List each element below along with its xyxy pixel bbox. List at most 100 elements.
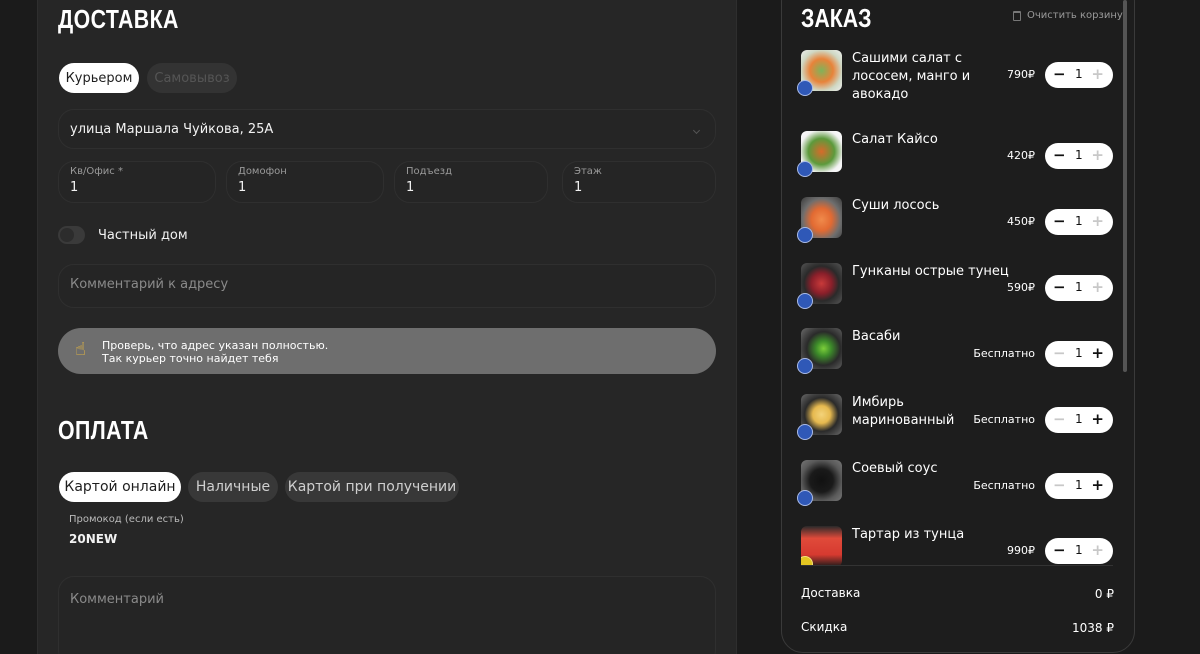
delivery-cost-label: Доставка [801,586,861,600]
address-comment-field[interactable]: Комментарий к адресу [58,264,716,308]
payment-title: ОПЛАТА [58,415,149,445]
payment-cash[interactable]: Наличные [188,472,278,502]
promo-field[interactable]: Промокод (если есть) 20NEW [58,510,388,554]
item-qty: 1 [1075,346,1083,360]
plus-icon[interactable]: + [1091,212,1104,230]
quantity-stepper[interactable]: − 1 + [1045,538,1113,564]
quantity-stepper[interactable]: − 1 + [1045,209,1113,235]
quantity-stepper[interactable]: − 1 + [1045,62,1113,88]
item-badge [797,293,813,309]
entrance-field[interactable]: Подъезд 1 [394,161,548,203]
quantity-stepper[interactable]: − 1 + [1045,407,1113,433]
plus-icon[interactable]: + [1091,344,1104,362]
private-house-toggle[interactable] [58,226,85,244]
item-qty: 1 [1075,214,1083,228]
plus-icon[interactable]: + [1091,410,1104,428]
item-badge [797,80,813,96]
cart-item: Васаби Бесплатно − 1 + [797,328,1113,388]
address-value: улица Маршала Чуйкова, 25А [70,122,274,137]
quantity-stepper[interactable]: − 1 + [1045,143,1113,169]
quantity-stepper[interactable]: − 1 + [1045,473,1113,499]
order-title: ЗАКАЗ [801,3,872,33]
item-badge [797,358,813,374]
intercom-label: Домофон [238,166,287,177]
item-name: Суши лосось [852,198,940,213]
delivery-cost-value: 0 ₽ [1094,587,1114,601]
hand-pointing-icon: ☝ [75,339,86,360]
item-price: 590₽ [1007,281,1035,294]
cart-item: Суши лосось 450₽ − 1 + [797,197,1113,257]
item-qty: 1 [1075,148,1083,162]
minus-icon[interactable]: − [1053,212,1066,230]
order-comment-field[interactable]: Комментарий [58,576,716,654]
item-price: Бесплатно [973,413,1035,426]
plus-icon[interactable]: + [1091,146,1104,164]
cart-item: Салат Кайсо 420₽ − 1 + [797,131,1113,191]
item-name: Имбирь маринованный [852,395,955,428]
item-badge [797,227,813,243]
minus-icon[interactable]: − [1053,344,1066,362]
order-separator [801,565,1113,566]
plus-icon[interactable]: + [1091,476,1104,494]
item-qty: 1 [1075,478,1083,492]
item-qty: 1 [1075,67,1083,81]
item-price: 990₽ [1007,544,1035,557]
minus-icon[interactable]: − [1053,65,1066,83]
apartment-value: 1 [70,180,79,195]
apartment-field[interactable]: Кв/Офис * 1 [58,161,216,203]
cart-item: Гунканы острые тунец 590₽ − 1 + [797,263,1113,323]
plus-icon[interactable]: + [1091,541,1104,559]
minus-icon[interactable]: − [1053,476,1066,494]
plus-icon[interactable]: + [1091,65,1104,83]
delivery-method-courier[interactable]: Курьером [59,63,139,93]
chevron-down-icon [692,126,701,135]
address-comment-placeholder: Комментарий к адресу [70,277,229,292]
item-name: Сашими салат с лососем, манго и авокадо [852,51,971,102]
hint-line-1: Проверь, что адрес указан полностью. [102,339,329,352]
address-hint-banner: ☝ Проверь, что адрес указан полностью. Т… [58,328,716,374]
payment-card-online[interactable]: Картой онлайн [59,472,181,502]
discount-label: Скидка [801,620,848,634]
cart-item: Имбирь маринованный Бесплатно − 1 + [797,394,1113,454]
item-price: Бесплатно [973,347,1035,360]
item-qty: 1 [1075,412,1083,426]
item-badge [797,161,813,177]
item-badge [797,490,813,506]
item-name: Васаби [852,329,901,344]
floor-label: Этаж [574,166,602,177]
cart-item: Соевый соус Бесплатно − 1 + [797,460,1113,520]
payment-card-on-delivery[interactable]: Картой при получении [285,472,459,502]
item-name: Салат Кайсо [852,132,938,147]
minus-icon[interactable]: − [1053,146,1066,164]
item-name: Гунканы острые тунец [852,264,1009,279]
cart-item: Тартар из тунца 990₽ − 1 + [801,526,1113,565]
item-qty: 1 [1075,543,1083,557]
quantity-stepper[interactable]: − 1 + [1045,341,1113,367]
delivery-method-pickup[interactable]: Самовывоз [147,63,237,93]
floor-value: 1 [574,180,583,195]
plus-icon[interactable]: + [1091,278,1104,296]
discount-value: 1038 ₽ [1072,621,1114,635]
item-price: 420₽ [1007,149,1035,162]
order-scrollbar[interactable] [1123,0,1127,372]
address-select[interactable]: улица Маршала Чуйкова, 25А [58,109,716,149]
private-house-label: Частный дом [98,228,188,243]
minus-icon[interactable]: − [1053,541,1066,559]
floor-field[interactable]: Этаж 1 [562,161,716,203]
item-price: 450₽ [1007,215,1035,228]
minus-icon[interactable]: − [1053,410,1066,428]
apartment-label: Кв/Офис * [70,166,123,177]
clear-cart-button[interactable]: Очистить корзину [1013,10,1123,21]
order-comment-placeholder: Комментарий [70,592,164,607]
toggle-knob [60,228,74,242]
quantity-stepper[interactable]: − 1 + [1045,275,1113,301]
hint-line-2: Так курьер точно найдет тебя [102,352,279,365]
intercom-field[interactable]: Домофон 1 [226,161,384,203]
item-badge [797,424,813,440]
trash-icon [1013,10,1021,21]
clear-cart-label: Очистить корзину [1027,10,1123,21]
entrance-value: 1 [406,180,415,195]
minus-icon[interactable]: − [1053,278,1066,296]
entrance-label: Подъезд [406,166,453,177]
item-qty: 1 [1075,280,1083,294]
